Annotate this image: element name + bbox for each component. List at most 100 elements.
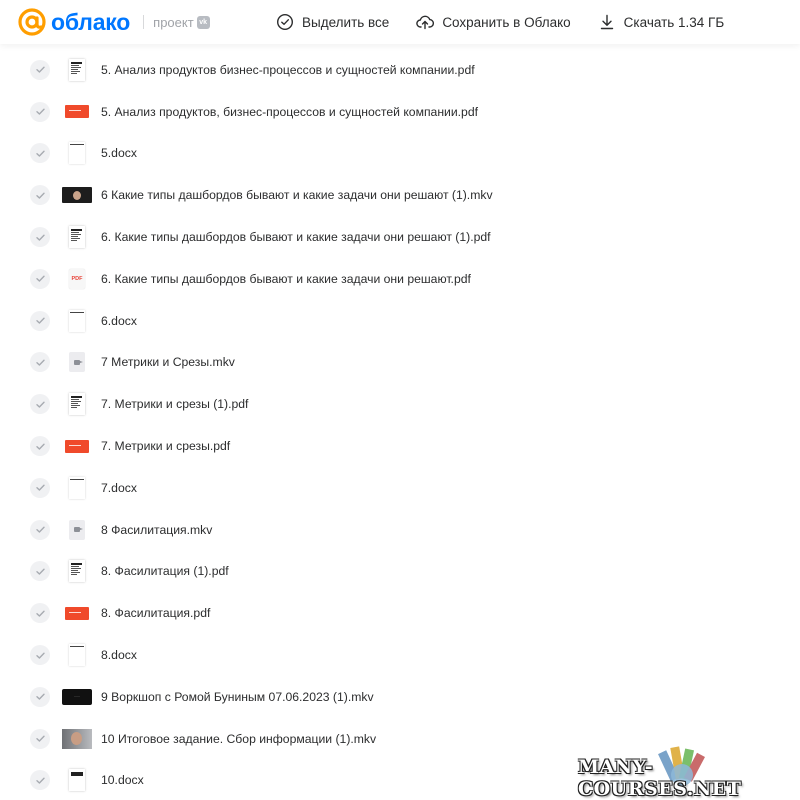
- document-thumbnail: [69, 560, 85, 583]
- select-checkbox[interactable]: [30, 477, 50, 498]
- file-thumbnail[interactable]: [62, 435, 92, 457]
- select-checkbox[interactable]: [30, 268, 50, 289]
- file-thumbnail[interactable]: PDF: [62, 268, 92, 290]
- file-row[interactable]: 7. Метрики и срезы (1).pdf: [0, 383, 800, 425]
- file-row[interactable]: 5. Анализ продуктов, бизнес-процессов и …: [0, 91, 800, 133]
- video-thumbnail: [62, 187, 92, 204]
- brand-project-label: проект: [153, 14, 194, 30]
- file-thumbnail[interactable]: [62, 58, 92, 81]
- select-checkbox[interactable]: [30, 645, 50, 666]
- file-row[interactable]: 6. Какие типы дашбордов бывают и какие з…: [0, 216, 800, 258]
- pdf-file-icon: PDF: [69, 268, 85, 289]
- video-file-icon: [69, 519, 85, 540]
- docx-thumbnail: [69, 769, 85, 792]
- file-name[interactable]: 8.docx: [101, 648, 137, 662]
- file-thumbnail[interactable]: [62, 476, 92, 499]
- select-checkbox[interactable]: [30, 770, 50, 791]
- file-name[interactable]: 7.docx: [101, 481, 137, 495]
- video-thumbnail: [62, 728, 92, 749]
- select-checkbox[interactable]: [30, 310, 50, 331]
- file-name[interactable]: 5.docx: [101, 146, 137, 160]
- file-row[interactable]: PDF 6. Какие типы дашбордов бывают и каки…: [0, 258, 800, 300]
- file-name[interactable]: 8. Фасилитация (1).pdf: [101, 564, 229, 578]
- file-row[interactable]: 8.docx: [0, 634, 800, 676]
- check-circle-icon: [276, 13, 294, 31]
- save-to-cloud-button[interactable]: Сохранить в Облако: [416, 13, 571, 31]
- checkmark-icon: [35, 401, 45, 408]
- download-label: Скачать 1.34 ГБ: [623, 14, 725, 30]
- select-checkbox[interactable]: [30, 143, 50, 164]
- file-row[interactable]: 8. Фасилитация.pdf: [0, 592, 800, 634]
- checkmark-icon: [35, 275, 45, 283]
- file-thumbnail[interactable]: [62, 226, 92, 249]
- cloud-upload-icon: [416, 15, 435, 30]
- checkmark-icon: [35, 568, 45, 575]
- file-row[interactable]: 5.docx: [0, 133, 800, 175]
- file-row[interactable]: 5. Анализ продуктов бизнес-процессов и с…: [0, 49, 800, 91]
- pdf-slide-thumbnail: [65, 606, 89, 620]
- file-row[interactable]: 7. Метрики и срезы.pdf: [0, 425, 800, 467]
- checkmark-icon: [35, 526, 45, 533]
- file-name[interactable]: 5. Анализ продуктов, бизнес-процессов и …: [101, 105, 478, 119]
- file-row[interactable]: 8. Фасилитация (1).pdf: [0, 551, 800, 593]
- download-button[interactable]: Скачать 1.34 ГБ: [598, 13, 725, 31]
- file-row[interactable]: 6.docx: [0, 300, 800, 342]
- file-name[interactable]: 5. Анализ продуктов бизнес-процессов и с…: [101, 63, 475, 77]
- file-name[interactable]: 9 Воркшоп с Ромой Буниным 07.06.2023 (1)…: [101, 690, 374, 704]
- file-thumbnail[interactable]: [62, 560, 92, 583]
- checkmark-icon: [35, 192, 45, 199]
- file-thumbnail[interactable]: [62, 644, 92, 667]
- file-name[interactable]: 6. Какие типы дашбордов бывают и какие з…: [101, 230, 491, 244]
- select-checkbox[interactable]: [30, 519, 50, 540]
- file-name[interactable]: 7. Метрики и срезы.pdf: [101, 439, 230, 453]
- checkmark-icon: [35, 484, 45, 492]
- checkmark-icon: [35, 150, 45, 157]
- docx-thumbnail: [69, 644, 85, 667]
- file-thumbnail[interactable]: ···: [62, 686, 92, 708]
- select-checkbox[interactable]: [30, 352, 50, 373]
- file-row[interactable]: 7 Метрики и Срезы.mkv: [0, 342, 800, 384]
- file-thumbnail[interactable]: [62, 309, 92, 332]
- file-name[interactable]: 6. Какие типы дашбордов бывают и какие з…: [101, 272, 471, 286]
- brand-name: облако: [51, 8, 131, 35]
- select-checkbox[interactable]: [30, 728, 50, 749]
- file-thumbnail[interactable]: [62, 184, 92, 206]
- file-name[interactable]: 10.docx: [101, 773, 144, 787]
- checkmark-icon: [35, 777, 45, 784]
- select-all-label: Выделить все: [302, 14, 390, 30]
- file-thumbnail[interactable]: [62, 101, 92, 123]
- select-checkbox[interactable]: [30, 59, 50, 80]
- file-name[interactable]: 8 Фасилитация.mkv: [101, 523, 212, 537]
- select-checkbox[interactable]: [30, 436, 50, 457]
- file-thumbnail[interactable]: [62, 142, 92, 165]
- brand-separator: [143, 15, 145, 29]
- brand-logo[interactable]: облако проект vk: [18, 0, 210, 44]
- file-thumbnail[interactable]: [62, 519, 92, 541]
- file-row[interactable]: ··· 9 Воркшоп с Ромой Буниным 07.06.2023 …: [0, 676, 800, 718]
- select-checkbox[interactable]: [30, 101, 50, 122]
- file-thumbnail[interactable]: [62, 769, 92, 792]
- file-name[interactable]: 7 Метрики и Срезы.mkv: [101, 355, 235, 369]
- file-row[interactable]: 7.docx: [0, 467, 800, 509]
- file-thumbnail[interactable]: [62, 393, 92, 416]
- file-thumbnail[interactable]: [62, 602, 92, 624]
- file-name[interactable]: 8. Фасилитация.pdf: [101, 606, 210, 620]
- select-checkbox[interactable]: [30, 394, 50, 415]
- select-all-button[interactable]: Выделить все: [276, 13, 389, 31]
- file-name[interactable]: 6 Какие типы дашбордов бывают и какие за…: [101, 188, 493, 202]
- file-thumbnail[interactable]: [62, 351, 92, 373]
- select-checkbox[interactable]: [30, 227, 50, 248]
- checkmark-icon: [35, 317, 45, 324]
- select-checkbox[interactable]: [30, 185, 50, 206]
- file-row[interactable]: 6 Какие типы дашбордов бывают и какие за…: [0, 174, 800, 216]
- file-thumbnail[interactable]: [62, 728, 92, 750]
- file-name[interactable]: 10 Итоговое задание. Сбор информации (1)…: [101, 732, 376, 746]
- select-checkbox[interactable]: [30, 603, 50, 624]
- document-thumbnail: [69, 58, 85, 81]
- file-row[interactable]: 8 Фасилитация.mkv: [0, 509, 800, 551]
- file-name[interactable]: 7. Метрики и срезы (1).pdf: [101, 397, 248, 411]
- select-checkbox[interactable]: [30, 561, 50, 582]
- select-checkbox[interactable]: [30, 686, 50, 707]
- document-thumbnail: [69, 393, 85, 416]
- file-name[interactable]: 6.docx: [101, 314, 137, 328]
